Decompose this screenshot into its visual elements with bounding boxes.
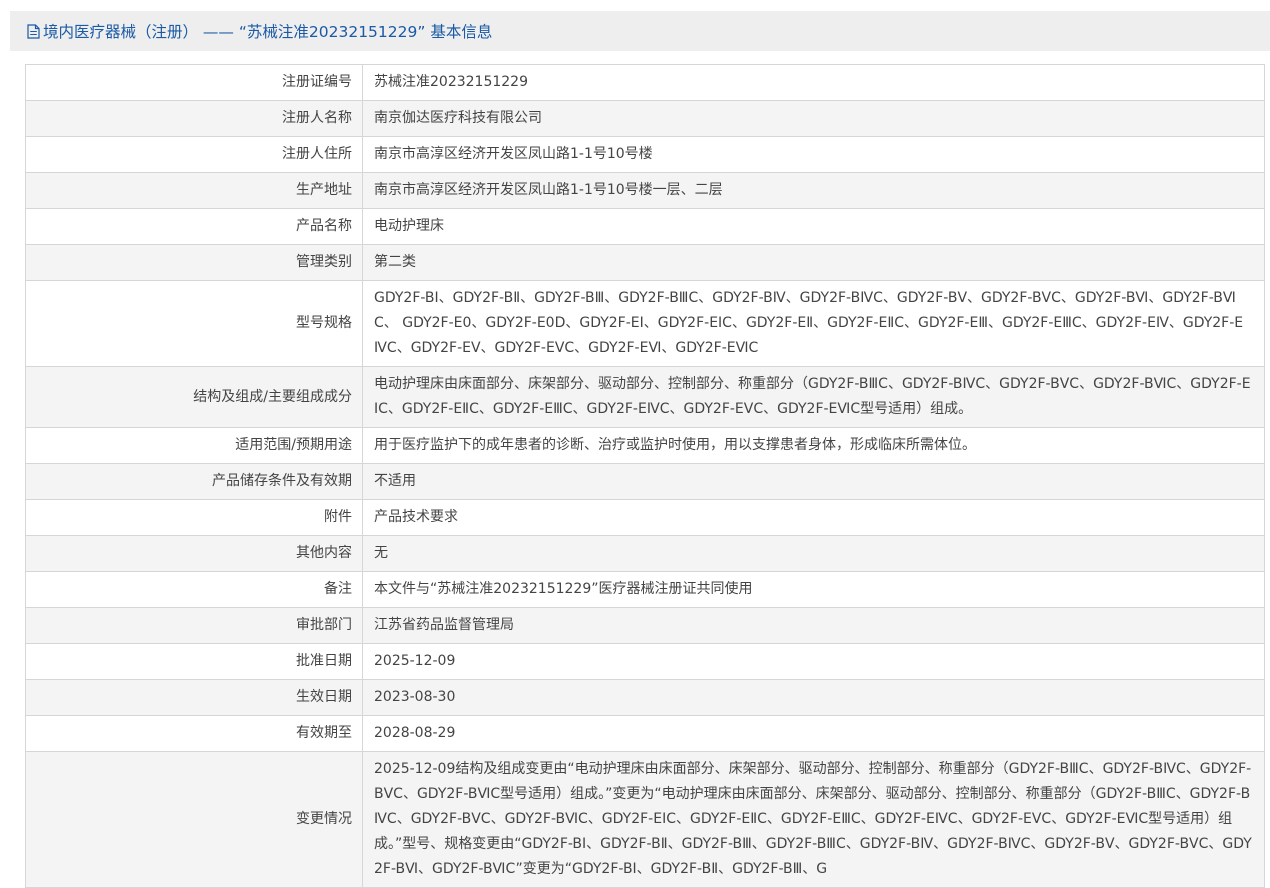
field-value: 南京市高淳区经济开发区凤山路1-1号10号楼一层、二层 xyxy=(362,172,1265,209)
field-value: 电动护理床由床面部分、床架部分、驱动部分、控制部分、称重部分（GDY2F-BⅢC… xyxy=(362,366,1265,428)
field-label: 注册人名称 xyxy=(25,100,363,137)
field-label: 产品名称 xyxy=(25,208,363,245)
table-row: 生产地址 南京市高淳区经济开发区凤山路1-1号10号楼一层、二层 xyxy=(25,172,1265,209)
info-table-container: 注册证编号 苏械注准20232151229 注册人名称 南京伽达医疗科技有限公司 注册人… xyxy=(25,64,1265,888)
field-label: 变更情况 xyxy=(25,751,363,888)
field-label: 有效期至 xyxy=(25,715,363,752)
field-value: 电动护理床 xyxy=(362,208,1265,245)
field-label: 其他内容 xyxy=(25,535,363,572)
page-header: 境内医疗器械（注册） —— “苏械注准20232151229” 基本信息 xyxy=(10,11,1270,51)
page-title: 境内医疗器械（注册） —— “苏械注准20232151229” 基本信息 xyxy=(43,23,493,41)
field-value: 南京市高淳区经济开发区凤山路1-1号10号楼 xyxy=(362,136,1265,173)
field-value: 用于医疗监护下的成年患者的诊断、治疗或监护时使用，用以支撑患者身体，形成临床所需… xyxy=(362,427,1265,464)
field-value: 江苏省药品监督管理局 xyxy=(362,607,1265,644)
field-label: 型号规格 xyxy=(25,280,363,367)
field-label: 管理类别 xyxy=(25,244,363,281)
field-label: 结构及组成/主要组成成分 xyxy=(25,366,363,428)
field-label: 审批部门 xyxy=(25,607,363,644)
field-value: 第二类 xyxy=(362,244,1265,281)
field-value: 苏械注准20232151229 xyxy=(362,64,1265,101)
table-row: 批准日期 2025-12-09 xyxy=(25,643,1265,680)
table-row: 产品储存条件及有效期 不适用 xyxy=(25,463,1265,500)
field-label: 适用范围/预期用途 xyxy=(25,427,363,464)
field-label: 备注 xyxy=(25,571,363,608)
field-value: 本文件与“苏械注准20232151229”医疗器械注册证共同使用 xyxy=(362,571,1265,608)
field-value: 产品技术要求 xyxy=(362,499,1265,536)
field-value: 2028-08-29 xyxy=(362,715,1265,752)
field-label: 批准日期 xyxy=(25,643,363,680)
table-row: 生效日期 2023-08-30 xyxy=(25,679,1265,716)
table-row: 有效期至 2028-08-29 xyxy=(25,715,1265,752)
field-label: 注册证编号 xyxy=(25,64,363,101)
field-value: GDY2F-BⅠ、GDY2F-BⅡ、GDY2F-BⅢ、GDY2F-BⅢC、GDY… xyxy=(362,280,1265,367)
table-row: 其他内容无 xyxy=(25,535,1265,572)
field-label: 生效日期 xyxy=(25,679,363,716)
table-row: 备注 本文件与“苏械注准20232151229”医疗器械注册证共同使用 xyxy=(25,571,1265,608)
table-row: 审批部门 江苏省药品监督管理局 xyxy=(25,607,1265,644)
table-row: 附件 产品技术要求 xyxy=(25,499,1265,536)
table-row: 适用范围/预期用途 用于医疗监护下的成年患者的诊断、治疗或监护时使用，用以支撑患者… xyxy=(25,427,1265,464)
table-row: 注册人名称 南京伽达医疗科技有限公司 xyxy=(25,100,1265,137)
field-label: 附件 xyxy=(25,499,363,536)
field-label: 生产地址 xyxy=(25,172,363,209)
table-row: 变更情况 2025-12-09结构及组成变更由“电动护理床由床面部分、床架部分、驱… xyxy=(25,751,1265,888)
field-value: 南京伽达医疗科技有限公司 xyxy=(362,100,1265,137)
field-value: 2025-12-09 xyxy=(362,643,1265,680)
table-row: 注册人住所 南京市高淳区经济开发区凤山路1-1号10号楼 xyxy=(25,136,1265,173)
info-table: 注册证编号 苏械注准20232151229 注册人名称 南京伽达医疗科技有限公司 注册人… xyxy=(25,64,1265,888)
document-icon xyxy=(27,23,40,39)
field-label: 产品储存条件及有效期 xyxy=(25,463,363,500)
field-label: 注册人住所 xyxy=(25,136,363,173)
table-row: 结构及组成/主要组成成分 电动护理床由床面部分、床架部分、驱动部分、控制部分、称重… xyxy=(25,366,1265,428)
table-row: 管理类别 第二类 xyxy=(25,244,1265,281)
field-value: 无 xyxy=(362,535,1265,572)
table-row: 注册证编号 苏械注准20232151229 xyxy=(25,64,1265,101)
field-value: 2025-12-09结构及组成变更由“电动护理床由床面部分、床架部分、驱动部分、… xyxy=(362,751,1265,888)
field-value: 不适用 xyxy=(362,463,1265,500)
table-row: 型号规格 GDY2F-BⅠ、GDY2F-BⅡ、GDY2F-BⅢ、GDY2F-BⅢC… xyxy=(25,280,1265,367)
field-value: 2023-08-30 xyxy=(362,679,1265,716)
table-row: 产品名称 电动护理床 xyxy=(25,208,1265,245)
